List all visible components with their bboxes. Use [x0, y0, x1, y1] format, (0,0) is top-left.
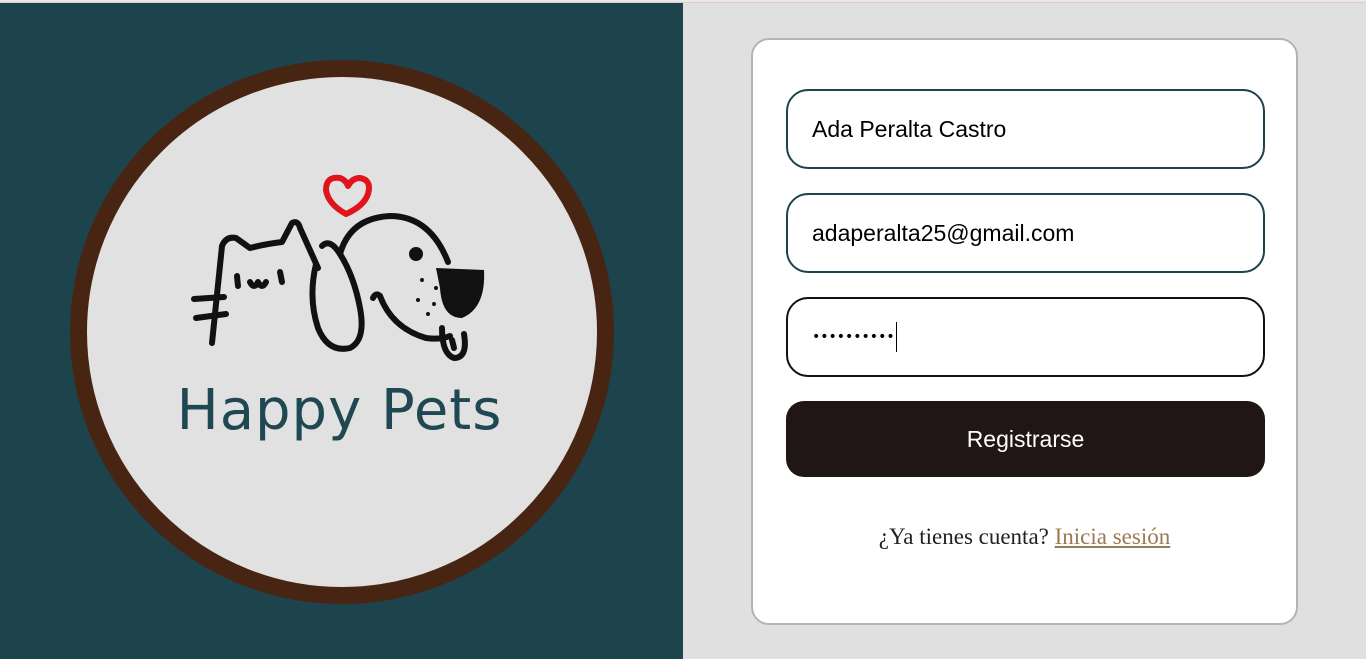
- name-field[interactable]: Ada Peralta Castro: [786, 89, 1265, 169]
- register-button[interactable]: Registrarse: [786, 401, 1265, 477]
- name-field-value: Ada Peralta Castro: [812, 115, 1007, 142]
- pets-logo-illustration: [191, 174, 485, 361]
- login-prompt-text: ¿Ya tienes cuenta?: [878, 524, 1049, 549]
- register-card: Ada Peralta Castro adaperalta25@gmail.co…: [751, 38, 1298, 625]
- email-field[interactable]: adaperalta25@gmail.com: [786, 193, 1265, 273]
- password-field-value: ••••••••••: [812, 329, 895, 345]
- login-prompt-row: ¿Ya tienes cuenta? Inicia sesión: [753, 524, 1296, 550]
- text-caret: [895, 322, 897, 352]
- password-field[interactable]: ••••••••••: [786, 297, 1265, 377]
- email-field-value: adaperalta25@gmail.com: [812, 219, 1075, 246]
- heart-icon: [323, 174, 372, 217]
- dog-nose-icon: [436, 268, 485, 318]
- cat-icon: [191, 219, 321, 346]
- register-panel: Ada Peralta Castro adaperalta25@gmail.co…: [683, 3, 1366, 659]
- brand-panel: Happy Pets: [0, 3, 683, 659]
- brand-title: Happy Pets: [176, 378, 503, 443]
- login-link[interactable]: Inicia sesión: [1055, 524, 1171, 549]
